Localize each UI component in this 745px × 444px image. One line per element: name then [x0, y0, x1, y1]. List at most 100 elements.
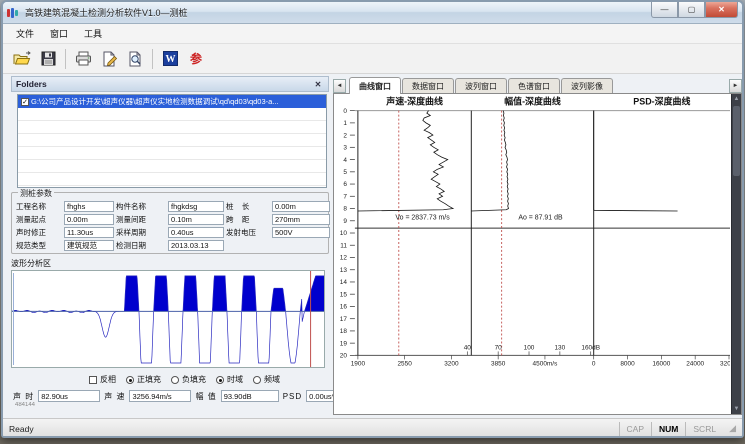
waveform-plot[interactable] [11, 270, 325, 368]
open-folder-icon [13, 51, 31, 67]
tab-strip: ◄ 曲线窗口数据窗口波列窗口色谱窗口波列影像 ► [333, 76, 742, 93]
print-preview-button[interactable] [122, 47, 148, 71]
svg-text:8000: 8000 [620, 360, 635, 367]
svg-text:15: 15 [340, 291, 348, 298]
waveform-readouts-row: 声 时声 速幅 值PSD [13, 390, 329, 402]
readout-label-3: PSD [283, 392, 302, 401]
folder-list[interactable]: ✓ G:\公司产品设计开发\超声仪器\超声仪实地检测数据调试\qd\qd03\q… [17, 94, 327, 188]
param-label-6: 声时修正 [16, 227, 62, 238]
param-input-7[interactable] [168, 227, 224, 238]
report-edit-button[interactable] [96, 47, 122, 71]
param-input-2[interactable] [272, 201, 330, 212]
vertical-scrollbar[interactable]: ▲ ▼ [731, 94, 741, 414]
invert-label: 反相 [100, 374, 116, 385]
open-file-button[interactable] [9, 47, 35, 71]
param-input-8[interactable] [272, 227, 330, 238]
svg-text:16: 16 [340, 304, 348, 311]
invert-checkbox[interactable] [89, 376, 97, 384]
svg-text:70: 70 [495, 344, 503, 351]
parameters-button[interactable]: 参 [183, 47, 209, 71]
invert-option[interactable]: 反相 [89, 374, 116, 385]
scroll-down-arrow[interactable]: ▼ [732, 404, 741, 414]
fill-option-label-1: 负填充 [182, 374, 206, 385]
svg-text:3200: 3200 [444, 360, 459, 367]
domain-radio-0[interactable] [216, 376, 224, 384]
save-button[interactable] [35, 47, 61, 71]
param-input-4[interactable] [168, 214, 224, 225]
tab-3[interactable]: 色谱窗口 [508, 78, 560, 93]
domain-option-0[interactable]: 时域 [216, 374, 243, 385]
chart-panel: ◄ 曲线窗口数据窗口波列窗口色谱窗口波列影像 ► 012345678910111… [333, 76, 742, 416]
svg-text:160dB: 160dB [581, 344, 600, 351]
readout-input-2[interactable] [221, 390, 279, 402]
svg-text:4500m/s: 4500m/s [533, 360, 558, 367]
tab-scroll-left-button[interactable]: ◄ [333, 79, 346, 93]
minimize-button[interactable]: — [651, 1, 678, 18]
chart-0-annotation: Vo = 2837.73 m/s [395, 215, 450, 222]
readout-input-1[interactable] [129, 390, 191, 402]
menu-item-1[interactable]: 窗口 [43, 25, 75, 42]
app-window: 高铁建筑混凝土检测分析软件V1.0—测桩 — ▢ ✕ 文件窗口工具 [1, 0, 744, 438]
fill-option-0[interactable]: 正填充 [126, 374, 161, 385]
tab-2[interactable]: 波列窗口 [455, 78, 507, 93]
folder-item-path: G:\公司产品设计开发\超声仪器\超声仪实地检测数据调试\qd\qd03\qd0… [31, 96, 279, 107]
print-button[interactable] [70, 47, 96, 71]
scrollbar-thumb[interactable] [733, 106, 740, 176]
status-bar: Ready CAPNUMSCRL ◢ [3, 418, 742, 438]
save-floppy-icon [41, 51, 56, 66]
toolbar-separator [152, 49, 153, 69]
param-label-7: 采样周期 [116, 227, 166, 238]
main-area: Folders ✕ ✓ G:\公司产品设计开发\超声仪器\超声仪实地检测数据调试… [3, 74, 742, 418]
svg-text:0: 0 [343, 108, 347, 115]
param-input-0[interactable] [64, 201, 114, 212]
domain-option-1[interactable]: 频域 [253, 374, 280, 385]
folders-panel-header[interactable]: Folders ✕ [11, 76, 329, 92]
param-input-9[interactable] [64, 240, 114, 251]
export-word-button[interactable]: W [157, 47, 183, 71]
svg-text:10: 10 [340, 230, 348, 237]
fill-radio-0[interactable] [126, 376, 134, 384]
clipped-text: 484144 [15, 402, 329, 407]
titlebar[interactable]: 高铁建筑混凝土检测分析软件V1.0—测桩 — ▢ ✕ [3, 2, 742, 24]
maximize-icon: ▢ [688, 5, 696, 14]
scroll-up-arrow[interactable]: ▲ [732, 94, 741, 104]
fill-option-1[interactable]: 负填充 [171, 374, 206, 385]
close-folders-button[interactable]: ✕ [312, 80, 324, 89]
minimize-icon: — [661, 5, 669, 14]
resize-grip[interactable]: ◢ [729, 423, 736, 434]
svg-text:14: 14 [340, 279, 348, 286]
domain-option-label-0: 时域 [227, 374, 243, 385]
parameters-icon: 参 [190, 50, 202, 67]
param-input-6[interactable] [64, 227, 114, 238]
fill-radio-1[interactable] [171, 376, 179, 384]
svg-text:20: 20 [340, 353, 348, 360]
close-button[interactable]: ✕ [705, 1, 738, 18]
tab-4[interactable]: 波列影像 [561, 78, 613, 93]
menu-item-0[interactable]: 文件 [9, 25, 41, 42]
param-input-5[interactable] [272, 214, 330, 225]
param-input-3[interactable] [64, 214, 114, 225]
chart-area[interactable]: 01234567891011121314151617181920声速-深度曲线1… [333, 93, 742, 415]
svg-text:24000: 24000 [686, 360, 704, 367]
svg-text:100: 100 [524, 344, 535, 351]
tab-1[interactable]: 数据窗口 [402, 78, 454, 93]
param-input-10[interactable] [168, 240, 224, 251]
maximize-button[interactable]: ▢ [678, 1, 705, 18]
param-label-2: 桩 长 [226, 201, 270, 212]
svg-text:130: 130 [554, 344, 565, 351]
toolbar-separator [65, 49, 66, 69]
status-cells: CAPNUMSCRL [619, 422, 724, 436]
folder-item-checkbox[interactable]: ✓ [21, 98, 29, 106]
window-controls: — ▢ ✕ [651, 1, 738, 18]
svg-text:40: 40 [464, 344, 472, 351]
domain-radio-1[interactable] [253, 376, 261, 384]
svg-text:1: 1 [343, 120, 347, 127]
readout-input-0[interactable] [38, 390, 100, 402]
tab-0[interactable]: 曲线窗口 [349, 77, 401, 94]
status-text: Ready [9, 424, 34, 434]
param-input-1[interactable] [168, 201, 224, 212]
tab-scroll-right-button[interactable]: ► [729, 79, 742, 93]
menu-item-2[interactable]: 工具 [77, 25, 109, 42]
waveform-options-row: 反相正填充 负填充 时域频域 [89, 374, 329, 385]
folder-item[interactable]: ✓ G:\公司产品设计开发\超声仪器\超声仪实地检测数据调试\qd\qd03\q… [18, 95, 326, 108]
